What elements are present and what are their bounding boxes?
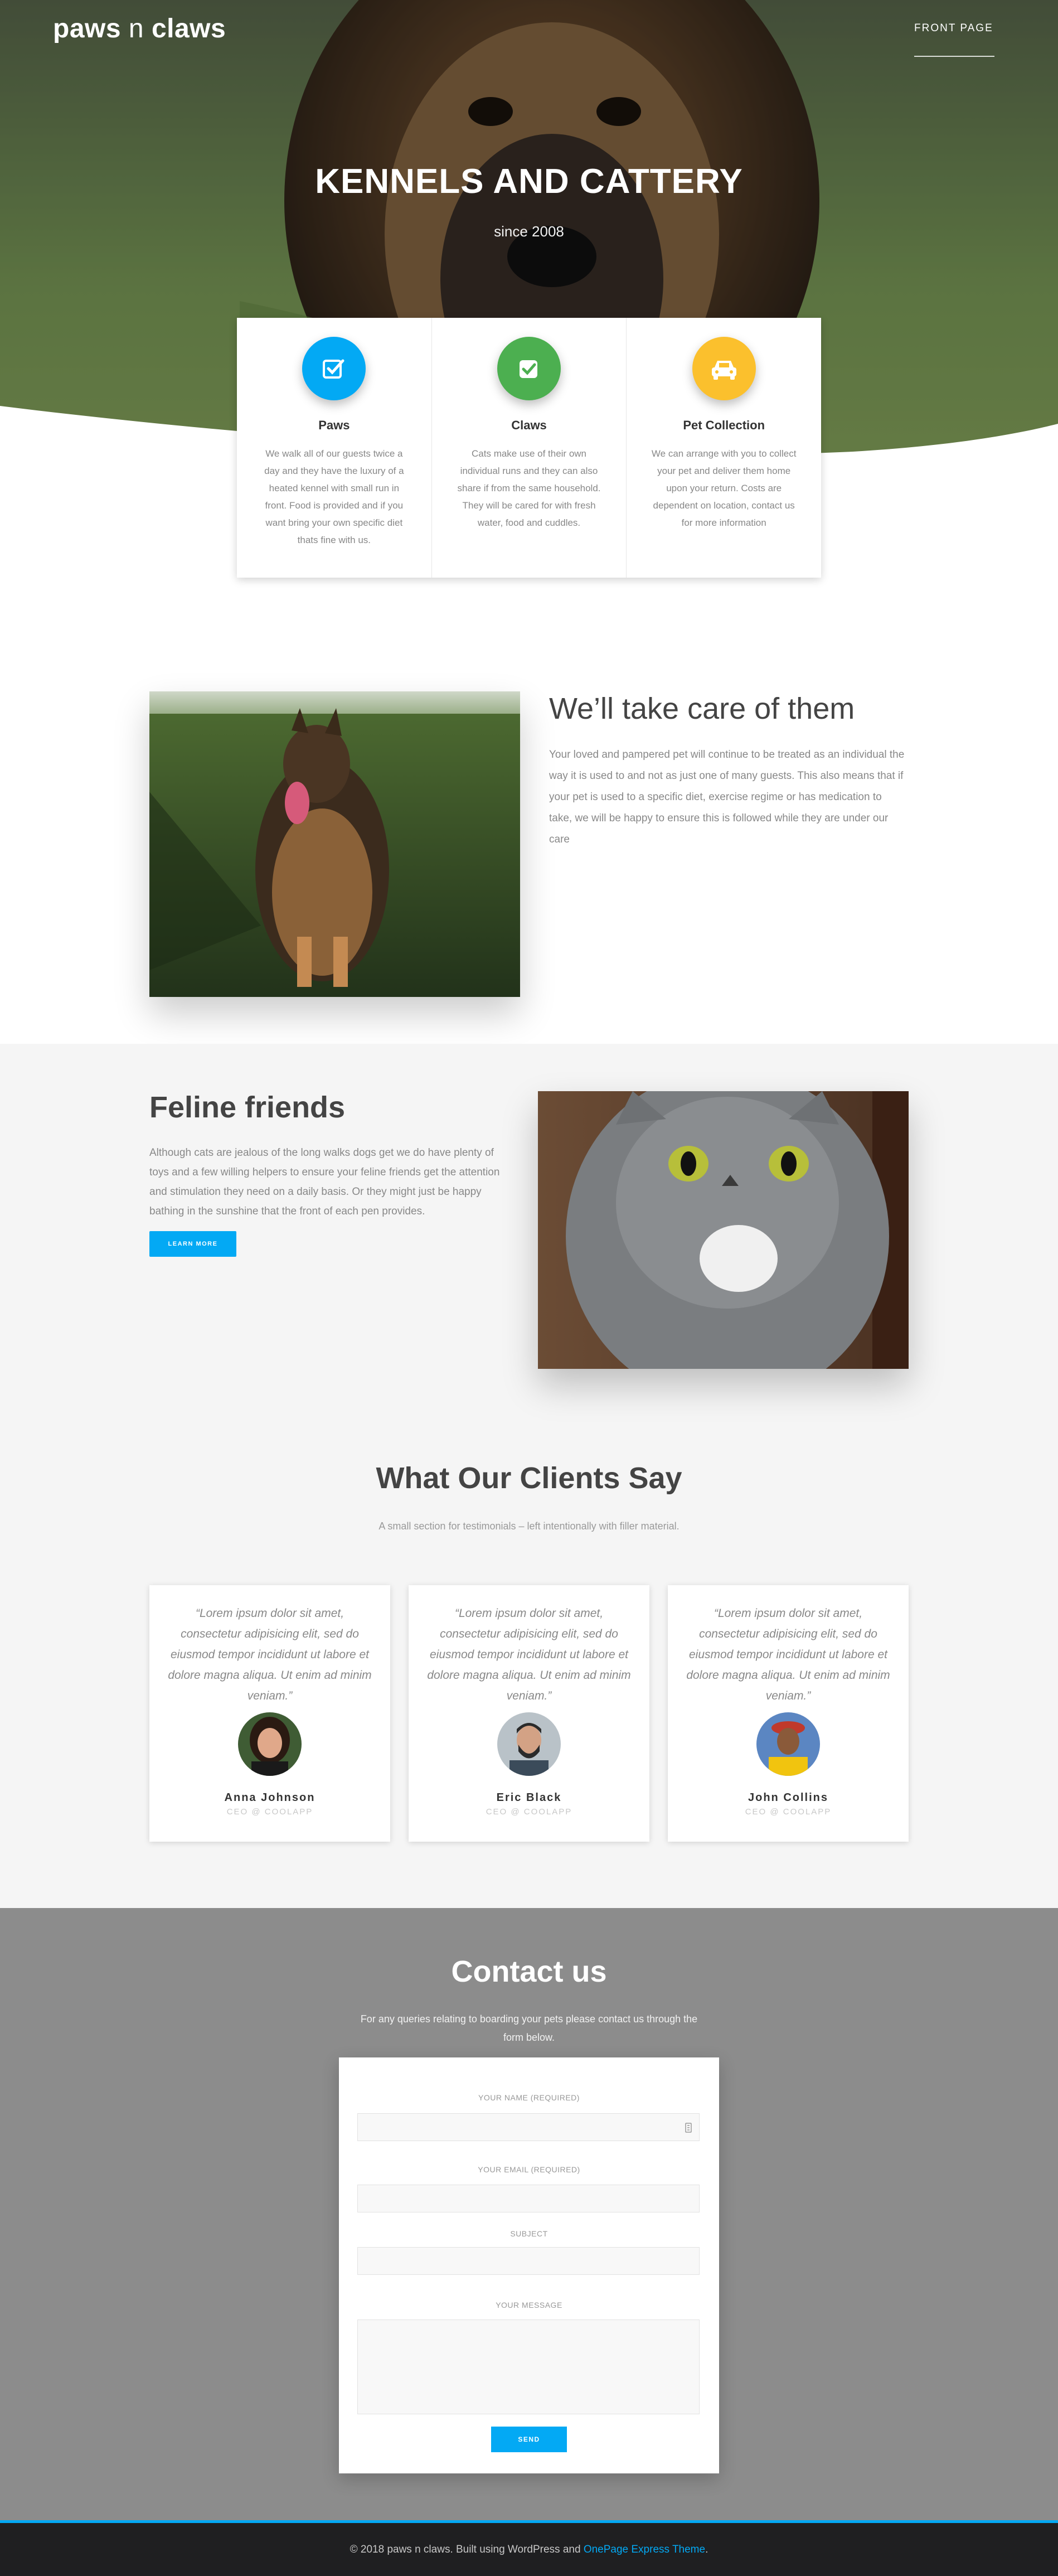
logo-text-n: n — [128, 14, 144, 43]
testimonials-subtitle: A small section for testimonials – left … — [378, 1521, 680, 1532]
nav-active-underline — [914, 56, 994, 57]
testimonial-quote: “Lorem ipsum dolor sit amet, consectetur… — [427, 1607, 631, 1702]
contact-form: YOUR NAME (REQUIRED) YOUR EMAIL (REQUIRE… — [339, 2057, 719, 2473]
subject-field[interactable] — [357, 2247, 700, 2275]
testimonial-role: CEO @ COOLAPP — [486, 1807, 572, 1817]
name-label: YOUR NAME (REQUIRED) — [478, 2093, 580, 2102]
hero-subtitle: since 2008 — [494, 223, 564, 240]
checkbox-icon — [497, 337, 561, 400]
testimonial-name: Eric Black — [496, 1791, 562, 1804]
email-field[interactable] — [357, 2185, 700, 2212]
feature-text: We walk all of our guests twice a day an… — [264, 448, 404, 545]
site-logo[interactable]: paws n claws — [53, 13, 226, 44]
testimonial-quote: “Lorem ipsum dolor sit amet, consectetur… — [686, 1607, 890, 1702]
nav-front-page[interactable]: FRONT PAGE — [914, 22, 993, 35]
email-label: YOUR EMAIL (REQUIRED) — [478, 2165, 580, 2174]
feature-title: Pet Collection — [683, 418, 765, 432]
feature-text: Cats make use of their own individual ru… — [457, 448, 601, 528]
footer-text: © 2018 paws n claws. Built using WordPre… — [0, 2544, 1058, 2556]
feature-title: Paws — [318, 418, 350, 432]
feline-text: Although cats are jealous of the long wa… — [149, 1147, 500, 1217]
feature-title: Claws — [511, 418, 547, 432]
contact-subtitle: For any queries relating to boarding you… — [360, 2013, 698, 2043]
cat-photo — [538, 1091, 909, 1369]
footer-period: . — [705, 2544, 708, 2555]
subject-label: SUBJECT — [510, 2229, 548, 2238]
testimonial-quote: “Lorem ipsum dolor sit amet, consectetur… — [168, 1607, 372, 1702]
about-title: We’ll take care of them — [549, 692, 855, 725]
feature-card-pet-collection: Pet Collection We can arrange with you t… — [627, 318, 821, 578]
avatar — [238, 1712, 302, 1776]
password-manager-icon[interactable] — [685, 2122, 692, 2133]
hero-title: KENNELS AND CATTERY — [315, 162, 743, 201]
testimonial-role: CEO @ COOLAPP — [226, 1807, 313, 1817]
message-field[interactable] — [357, 2320, 700, 2414]
dog-photo — [149, 691, 520, 997]
feature-text: We can arrange with you to collect your … — [651, 448, 797, 528]
testimonial-card: “Lorem ipsum dolor sit amet, consectetur… — [668, 1585, 909, 1842]
testimonial-card: “Lorem ipsum dolor sit amet, consectetur… — [409, 1585, 649, 1842]
checkbox-pencil-icon — [302, 337, 366, 400]
about-text: Your loved and pampered pet will continu… — [549, 749, 905, 845]
feature-card-paws: Paws We walk all of our guests twice a d… — [237, 318, 432, 578]
testimonial-name: Anna Johnson — [224, 1791, 316, 1804]
footer-theme-link[interactable]: OnePage Express Theme — [584, 2544, 705, 2555]
testimonials-title: What Our Clients Say — [376, 1461, 682, 1495]
name-field[interactable] — [357, 2113, 700, 2141]
testimonial-name: John Collins — [748, 1791, 828, 1804]
contact-title: Contact us — [451, 1955, 607, 1988]
learn-more-button[interactable]: LEARN MORE — [149, 1231, 236, 1257]
testimonial-role: CEO @ COOLAPP — [745, 1807, 832, 1817]
avatar — [756, 1712, 820, 1776]
footer-copyright: © 2018 paws n claws. Built using WordPre… — [350, 2544, 584, 2555]
car-icon — [692, 337, 756, 400]
feature-card-claws: Claws Cats make use of their own individ… — [432, 318, 627, 578]
message-label: YOUR MESSAGE — [496, 2301, 562, 2309]
testimonial-card: “Lorem ipsum dolor sit amet, consectetur… — [149, 1585, 390, 1842]
avatar — [497, 1712, 561, 1776]
send-button[interactable]: SEND — [491, 2427, 567, 2452]
logo-text-paws: paws — [53, 14, 122, 43]
feline-title: Feline friends — [149, 1091, 346, 1124]
logo-text-claws: claws — [151, 14, 226, 43]
features-row: Paws We walk all of our guests twice a d… — [237, 318, 821, 578]
